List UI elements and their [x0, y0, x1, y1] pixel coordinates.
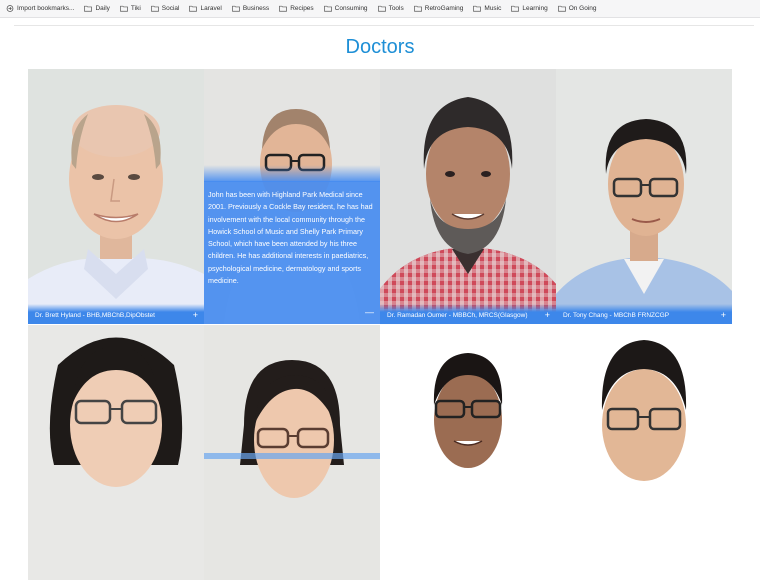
bookmark-business[interactable]: Business [231, 5, 270, 12]
folder-icon [279, 5, 288, 12]
doctor-card[interactable] [204, 325, 380, 580]
bookmark-label: Laravel [200, 5, 222, 12]
doctor-card-ramadan-oumer[interactable]: Dr. Ramadan Oumer - MBBCh, MRCS(Glasgow)… [380, 69, 556, 324]
bookmark-on-going[interactable]: On Going [557, 5, 597, 12]
folder-icon [120, 5, 128, 12]
bookmark-tiki[interactable]: Tiki [120, 5, 141, 12]
bookmark-label: Recipes [290, 5, 314, 12]
bookmark-laravel[interactable]: Laravel [189, 5, 222, 12]
bookmark-label: On Going [568, 5, 597, 12]
doctor-photo [28, 69, 204, 324]
doctor-card[interactable] [28, 325, 204, 580]
doctor-caption[interactable]: Dr. Tony Chang - MBChB FRNZCGP + [556, 304, 732, 324]
doctor-name: Dr. Ramadan Oumer - MBBCh, MRCS(Glasgow) [387, 312, 528, 319]
folder-icon [413, 5, 422, 12]
bookmark-consuming[interactable]: Consuming [323, 5, 368, 12]
collapse-icon[interactable]: — [365, 306, 374, 318]
bookmark-label: Music [484, 5, 502, 12]
folder-icon [84, 5, 93, 12]
bookmark-label: RetroGaming [424, 5, 464, 12]
divider [14, 25, 754, 26]
folder-icon [231, 5, 240, 12]
folder-icon [473, 5, 482, 12]
expand-icon[interactable]: + [545, 311, 550, 320]
bookmark-social[interactable]: Social [150, 5, 180, 12]
page-title: Doctors [345, 36, 415, 58]
bookmark-label: Consuming [334, 5, 368, 12]
folder-icon [323, 5, 332, 12]
doctor-name: Dr. Brett Hyland - BHB,MBChB,DipObstet [35, 312, 155, 319]
doctors-grid: Dr. Brett Hyland - BHB,MBChB,DipObstet +… [28, 69, 732, 580]
expand-icon[interactable]: + [721, 311, 726, 320]
folder-icon [150, 5, 159, 12]
folder-icon [377, 5, 386, 12]
bookmarks-bar: Import bookmarks... Daily Tiki Social Larave… [0, 0, 760, 18]
bio-fade [204, 165, 380, 182]
bookmark-daily[interactable]: Daily [84, 5, 110, 12]
folder-icon [557, 5, 566, 12]
doctor-photo [380, 69, 556, 324]
bookmark-label: Learning [522, 5, 548, 12]
doctor-photo [556, 69, 732, 324]
doctor-caption[interactable]: Dr. Brett Hyland - BHB,MBChB,DipObstet + [28, 304, 204, 324]
doctor-bio-text: John has been with Highland Park Medical… [208, 190, 373, 286]
doctor-caption[interactable]: Dr. Ramadan Oumer - MBBCh, MRCS(Glasgow)… [380, 304, 556, 324]
doctor-photo [204, 325, 380, 580]
bookmark-label: Business [242, 5, 270, 12]
folder-icon [189, 5, 198, 12]
bookmark-learning[interactable]: Learning [511, 5, 548, 12]
bookmark-tools[interactable]: Tools [377, 5, 404, 12]
expand-icon[interactable]: + [193, 311, 198, 320]
bookmark-retrogaming[interactable]: RetroGaming [413, 5, 464, 12]
import-icon [6, 5, 14, 12]
doctor-photo [380, 325, 556, 580]
doctor-card[interactable] [380, 325, 556, 580]
bookmark-import-bookmarks[interactable]: Import bookmarks... [6, 5, 74, 12]
bookmark-label: Social [161, 5, 180, 12]
bookmark-music[interactable]: Music [473, 5, 501, 12]
doctor-card-brett-hyland[interactable]: Dr. Brett Hyland - BHB,MBChB,DipObstet + [28, 69, 204, 324]
doctor-photo [28, 325, 204, 580]
bookmark-label: Tiki [130, 5, 141, 12]
doctor-card[interactable] [556, 325, 732, 580]
doctor-photo [556, 325, 732, 580]
folder-icon [511, 5, 520, 12]
bookmark-label: Tools [388, 5, 404, 12]
doctor-name: Dr. Tony Chang - MBChB FRNZCGP [563, 312, 670, 319]
doctor-bio-panel: John has been with Highland Park Medical… [204, 181, 380, 324]
bookmark-label: Import bookmarks... [17, 5, 75, 12]
bookmark-recipes[interactable]: Recipes [279, 5, 314, 12]
bookmark-label: Daily [95, 5, 110, 12]
doctor-card-tony-chang[interactable]: Dr. Tony Chang - MBChB FRNZCGP + [556, 69, 732, 324]
doctor-card-john[interactable]: John has been with Highland Park Medical… [204, 69, 380, 324]
